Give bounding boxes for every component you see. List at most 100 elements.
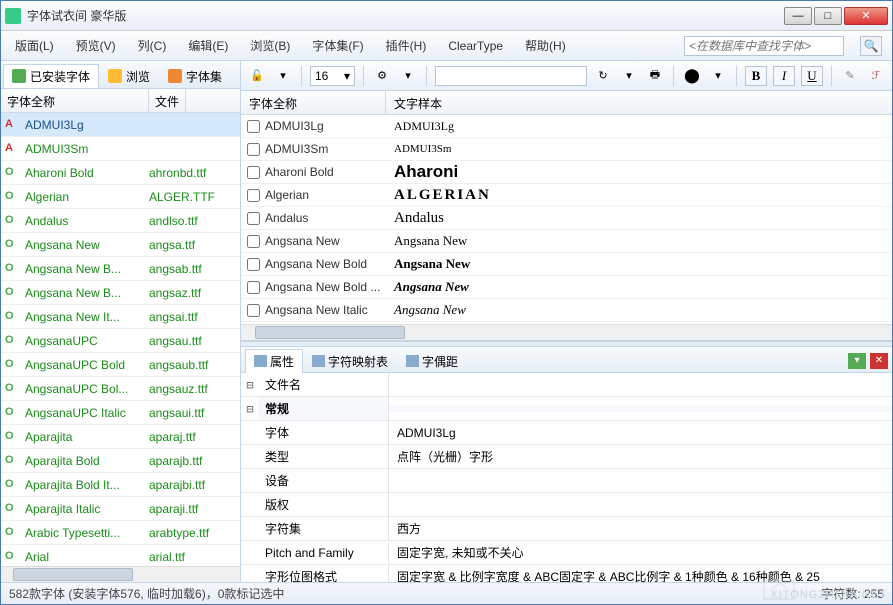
font-row[interactable]: OArialarial.ttf [1, 545, 240, 566]
preview-row[interactable]: ADMUI3SmADMUI3Sm [241, 138, 892, 161]
color-icon[interactable]: ⬤ [682, 66, 702, 86]
dropdown-icon[interactable]: ▾ [398, 66, 418, 86]
font-row[interactable]: OAlgerianALGER.TTF [1, 185, 240, 209]
row-checkbox[interactable] [247, 235, 260, 248]
menu-item[interactable]: 插件(H) [382, 34, 431, 57]
expand-icon[interactable]: ⊟ [241, 402, 259, 416]
left-tab[interactable]: 浏览 [99, 64, 159, 88]
property-row[interactable]: 设备 [241, 469, 892, 493]
font-row[interactable]: OAngsana New B...angsaz.ttf [1, 281, 240, 305]
row-checkbox[interactable] [247, 143, 260, 156]
property-value: 点阵（光栅）字形 [389, 445, 892, 468]
property-grid[interactable]: ⊟文件名⊟常规字体ADMUI3Lg类型点阵（光栅）字形设备版权字符集西方Pitc… [241, 373, 892, 582]
gear-icon[interactable]: ⚙ [372, 66, 392, 86]
font-size-input[interactable]: 16▾ [310, 66, 355, 86]
property-row[interactable]: 字体ADMUI3Lg [241, 421, 892, 445]
property-row[interactable]: 版权 [241, 493, 892, 517]
left-h-scrollbar[interactable] [1, 566, 240, 582]
row-checkbox[interactable] [247, 166, 260, 179]
left-tab[interactable]: 已安装字体 [3, 64, 99, 88]
maximize-button[interactable]: □ [814, 7, 842, 25]
row-checkbox[interactable] [247, 258, 260, 271]
dropdown-icon[interactable]: ▾ [619, 66, 639, 86]
row-checkbox[interactable] [247, 212, 260, 225]
property-row[interactable]: ⊟常规 [241, 397, 892, 421]
menu-item[interactable]: 版面(L) [11, 34, 58, 57]
lock-icon[interactable]: 🔓 [247, 66, 267, 86]
preview-row[interactable]: Angsana New ItalicAngsana New [241, 299, 892, 322]
font-list[interactable]: AADMUI3LgAADMUI3SmOAharoni Boldahronbd.t… [1, 113, 240, 566]
apply-icon[interactable]: ✎ [840, 66, 860, 86]
font-row[interactable]: OAngsana New It...angsai.ttf [1, 305, 240, 329]
property-key: 文件名 [259, 373, 389, 396]
font-type-icon: O [5, 502, 19, 516]
minimize-button[interactable]: — [784, 7, 812, 25]
preview-row[interactable]: Angsana New BoldAngsana New [241, 253, 892, 276]
db-search-input[interactable] [684, 36, 844, 56]
clear-icon[interactable]: ℱ [866, 66, 886, 86]
preview-row[interactable]: Angsana New Bold ...Angsana New [241, 276, 892, 299]
font-row[interactable]: OAparajita Italicaparaji.ttf [1, 497, 240, 521]
font-row[interactable]: OAngsanaUPC Boldangsaub.ttf [1, 353, 240, 377]
underline-button[interactable]: U [801, 66, 823, 86]
font-row[interactable]: OAparajitaaparaj.ttf [1, 425, 240, 449]
panel-minimize-button[interactable]: ▾ [848, 353, 866, 369]
preview-row[interactable]: AlgerianALGERIAN [241, 184, 892, 207]
preview-list[interactable]: ADMUI3LgADMUI3LgADMUI3SmADMUI3SmAharoni … [241, 115, 892, 324]
menu-item[interactable]: 列(C) [134, 34, 171, 57]
sample-text-input[interactable] [435, 66, 587, 86]
left-tab[interactable]: 字体集 [159, 64, 231, 88]
font-file: arial.ttf [149, 550, 185, 564]
bold-button[interactable]: B [745, 66, 767, 86]
menu-item[interactable]: 预览(V) [72, 34, 120, 57]
property-row[interactable]: 字形位图格式固定字宽 & 比例字宽度 & ABC固定字 & ABC比例字 & 1… [241, 565, 892, 582]
prop-tab[interactable]: 字符映射表 [303, 349, 397, 373]
prop-tab[interactable]: 属性 [245, 349, 303, 373]
menu-item[interactable]: 字体集(F) [308, 34, 367, 57]
font-row[interactable]: AADMUI3Lg [1, 113, 240, 137]
font-row[interactable]: OAngsanaUPCangsau.ttf [1, 329, 240, 353]
db-search-button[interactable]: 🔍 [860, 36, 882, 56]
font-row[interactable]: OAharoni Boldahronbd.ttf [1, 161, 240, 185]
font-row[interactable]: OArabic Typesetti...arabtype.ttf [1, 521, 240, 545]
font-row[interactable]: OAparajita Bold It...aparajbi.ttf [1, 473, 240, 497]
row-checkbox[interactable] [247, 281, 260, 294]
italic-button[interactable]: I [773, 66, 795, 86]
font-row[interactable]: OAngsanaUPC Bol...angsauz.ttf [1, 377, 240, 401]
font-row[interactable]: OAngsanaUPC Italicangsaui.ttf [1, 401, 240, 425]
row-checkbox[interactable] [247, 120, 260, 133]
expand-icon[interactable]: ⊟ [241, 378, 259, 392]
close-button[interactable]: ✕ [844, 7, 888, 25]
menu-item[interactable]: 编辑(E) [184, 34, 232, 57]
font-row[interactable]: AADMUI3Sm [1, 137, 240, 161]
print-icon[interactable]: 🖶 [645, 66, 665, 86]
refresh-icon[interactable]: ↻ [593, 66, 613, 86]
font-row[interactable]: OAparajita Boldaparajb.ttf [1, 449, 240, 473]
col-name[interactable]: 字体全称 [1, 89, 149, 112]
menu-item[interactable]: 帮助(H) [521, 34, 570, 57]
col-file[interactable]: 文件 [149, 89, 186, 112]
preview-row[interactable]: Aharoni BoldAharoni [241, 161, 892, 184]
property-row[interactable]: ⊟文件名 [241, 373, 892, 397]
row-checkbox[interactable] [247, 189, 260, 202]
font-row[interactable]: OAngsana Newangsa.ttf [1, 233, 240, 257]
preview-row[interactable]: Angsana NewAngsana New [241, 230, 892, 253]
dropdown-icon[interactable]: ▾ [708, 66, 728, 86]
preview-row[interactable]: ADMUI3LgADMUI3Lg [241, 115, 892, 138]
preview-h-scrollbar[interactable] [241, 324, 892, 340]
property-row[interactable]: Pitch and Family固定字宽, 未知或不关心 [241, 541, 892, 565]
property-row[interactable]: 字符集西方 [241, 517, 892, 541]
font-file: angsaz.ttf [149, 286, 201, 300]
font-row[interactable]: OAngsana New B...angsab.ttf [1, 257, 240, 281]
preview-row[interactable]: AndalusAndalus [241, 207, 892, 230]
panel-close-button[interactable]: ✕ [870, 353, 888, 369]
prop-tab[interactable]: 字偶距 [397, 349, 467, 373]
col-sample[interactable]: 文字样本 [386, 91, 892, 114]
property-row[interactable]: 类型点阵（光栅）字形 [241, 445, 892, 469]
font-row[interactable]: OAndalusandlso.ttf [1, 209, 240, 233]
row-checkbox[interactable] [247, 304, 260, 317]
col-fullname[interactable]: 字体全称 [241, 91, 386, 114]
dropdown-icon[interactable]: ▾ [273, 66, 293, 86]
menu-item[interactable]: ClearType [444, 36, 507, 56]
menu-item[interactable]: 浏览(B) [246, 34, 294, 57]
